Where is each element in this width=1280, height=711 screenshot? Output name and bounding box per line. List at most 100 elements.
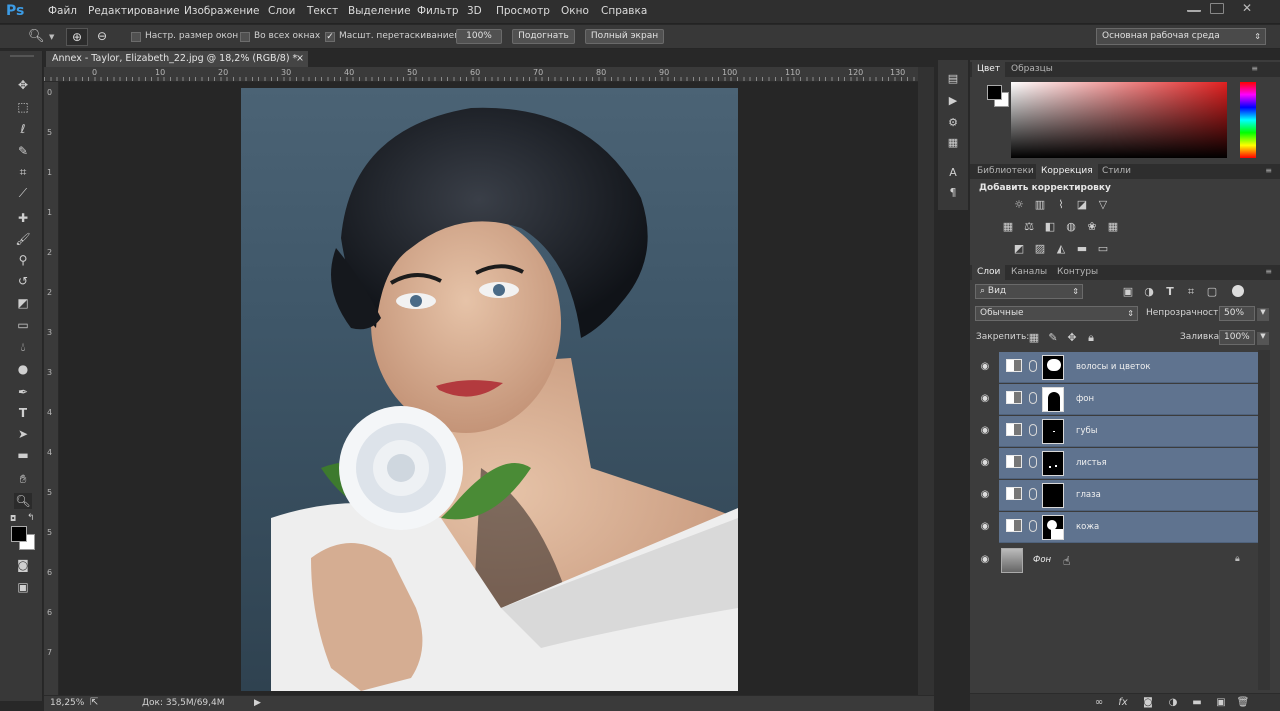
fill-input[interactable]: 100%	[1219, 330, 1255, 345]
menu-file[interactable]: Файл	[48, 5, 77, 17]
dodge-icon[interactable]: ●	[14, 361, 32, 377]
swap-colors-icon[interactable]: ↰	[27, 513, 35, 523]
zoom-level[interactable]: 18,25%	[50, 698, 84, 708]
layer-row[interactable]: листья	[999, 448, 1258, 479]
history-brush-icon[interactable]: ↺	[14, 273, 32, 289]
hue-slider[interactable]	[1240, 82, 1256, 158]
export-icon[interactable]: ⇱	[90, 697, 98, 708]
tab-libraries[interactable]: Библиотеки	[972, 164, 1039, 179]
visibility-eye-icon[interactable]: ◉	[979, 393, 991, 405]
scrubby-zoom-checkbox[interactable]: ✓	[325, 32, 335, 42]
filter-pixel-icon[interactable]: ▣	[1120, 285, 1136, 298]
visibility-eye-icon[interactable]: ◉	[979, 425, 991, 437]
restore-icon[interactable]	[1210, 3, 1224, 14]
tab-color[interactable]: Цвет	[972, 62, 1006, 77]
move-icon[interactable]: ✥	[14, 77, 32, 93]
new-adjustment-icon[interactable]: ◑	[1166, 697, 1180, 709]
menu-type[interactable]: Текст	[307, 5, 338, 17]
hue-sat-icon[interactable]: ▦	[1000, 220, 1016, 233]
tab-adjustments[interactable]: Коррекция	[1036, 164, 1098, 179]
layer-mask-thumbnail[interactable]	[1042, 419, 1064, 444]
brush-presets-icon[interactable]: ▦	[944, 136, 962, 152]
zoom-tool-preset-icon[interactable]: 🔍︎	[28, 29, 45, 44]
link-chain-icon[interactable]	[1029, 360, 1037, 372]
layers-scrollbar[interactable]	[1258, 350, 1270, 690]
workspace-select[interactable]: Основная рабочая среда ⇕	[1096, 28, 1266, 45]
default-colors-icon[interactable]: ◘	[10, 514, 16, 523]
visibility-eye-icon[interactable]: ◉	[979, 361, 991, 373]
photo-filter-icon[interactable]: ◍	[1063, 220, 1079, 233]
selective-color-icon[interactable]: ▭	[1095, 242, 1111, 255]
posterize-icon[interactable]: ▨	[1032, 242, 1048, 255]
type-icon[interactable]: T	[14, 405, 32, 421]
lock-pixels-icon[interactable]: ✎	[1045, 331, 1061, 344]
document-image[interactable]	[241, 88, 738, 691]
link-chain-icon[interactable]	[1029, 392, 1037, 404]
layer-mask-thumbnail[interactable]	[1042, 483, 1064, 508]
color-balance-icon[interactable]: ⚖︎	[1021, 220, 1037, 233]
minimize-icon[interactable]	[1187, 3, 1201, 12]
toolbox-grip[interactable]	[10, 55, 34, 57]
threshold-icon[interactable]: ◭	[1053, 242, 1069, 255]
layer-mask-thumbnail[interactable]	[1042, 515, 1064, 540]
menu-edit[interactable]: Редактирование	[88, 5, 180, 17]
zoom-100-button[interactable]: 100%	[456, 29, 502, 44]
panel-menu-icon[interactable]: ≡	[1251, 64, 1258, 73]
fill-chevron-icon[interactable]: ▼	[1257, 332, 1269, 345]
vertical-scrollbar[interactable]	[918, 67, 934, 695]
menu-layer[interactable]: Слои	[268, 5, 295, 17]
layer-row[interactable]: глаза	[999, 480, 1258, 511]
status-menu-arrow-icon[interactable]: ▶	[254, 698, 261, 708]
lasso-icon[interactable]: ℓ	[14, 121, 32, 137]
hand-icon[interactable]: ✋︎	[14, 471, 32, 487]
layer-mask-thumbnail[interactable]	[1042, 387, 1064, 412]
link-layers-icon[interactable]: ∞	[1092, 697, 1106, 709]
color-spectrum-field[interactable]	[1011, 82, 1227, 158]
preset-chevron-down-icon[interactable]: ▼	[49, 33, 54, 41]
layer-row[interactable]: губы	[999, 416, 1258, 447]
visibility-eye-icon[interactable]: ◉	[979, 457, 991, 469]
document-tab[interactable]: Annex - Taylor, Elizabeth_22.jpg @ 18,2%…	[46, 51, 308, 67]
paragraph-panel-icon[interactable]: ¶	[944, 186, 962, 202]
brightness-icon[interactable]: ☼	[1011, 198, 1027, 211]
path-select-icon[interactable]: ➤	[14, 426, 32, 442]
tab-styles[interactable]: Стили	[1097, 164, 1136, 179]
filter-toggle-icon[interactable]	[1232, 285, 1244, 297]
layer-mask-thumbnail[interactable]	[1042, 451, 1064, 476]
exposure-icon[interactable]: ◪	[1074, 198, 1090, 211]
tool-presets-icon[interactable]: ⚙︎	[944, 116, 962, 132]
link-chain-icon[interactable]	[1029, 424, 1037, 436]
zoom-icon[interactable]: 🔍︎	[14, 493, 32, 509]
pen-icon[interactable]: ✒︎	[14, 384, 32, 400]
gradient-icon[interactable]: ▭	[14, 317, 32, 333]
fx-icon[interactable]: fx	[1116, 697, 1130, 709]
new-group-icon[interactable]: ▬	[1190, 697, 1204, 709]
layer-row[interactable]: кожа	[999, 512, 1258, 543]
black-white-icon[interactable]: ◧	[1042, 220, 1058, 233]
quick-select-icon[interactable]: ✎	[14, 143, 32, 159]
lock-all-icon[interactable]: 🔒︎	[1083, 331, 1099, 344]
stamp-icon[interactable]: ⚲	[14, 252, 32, 268]
add-mask-icon[interactable]: ◙	[1141, 697, 1155, 709]
background-layer-row[interactable]: Фон ☝︎ 🔒︎	[999, 544, 1258, 577]
menu-3d[interactable]: 3D	[467, 5, 482, 17]
character-panel-icon[interactable]: A	[944, 166, 962, 182]
invert-icon[interactable]: ◩	[1011, 242, 1027, 255]
menu-filter[interactable]: Фильтр	[417, 5, 459, 17]
quick-mask-icon[interactable]: ◙	[14, 557, 32, 573]
blur-icon[interactable]: 💧︎	[14, 339, 32, 355]
menu-image[interactable]: Изображение	[184, 5, 260, 17]
lock-transparent-icon[interactable]: ▦	[1026, 331, 1042, 344]
tab-paths[interactable]: Контуры	[1052, 265, 1103, 280]
brush-icon[interactable]: 🖌︎	[14, 231, 32, 247]
layer-mask-thumbnail[interactable]	[1042, 355, 1064, 380]
history-panel-icon[interactable]: ▤	[944, 72, 962, 88]
visibility-eye-icon[interactable]: ◉	[979, 489, 991, 501]
link-chain-icon[interactable]	[1029, 520, 1037, 532]
resize-windows-checkbox[interactable]	[131, 32, 141, 42]
foreground-color-swatch[interactable]	[11, 526, 27, 542]
link-chain-icon[interactable]	[1029, 456, 1037, 468]
opacity-chevron-icon[interactable]: ▼	[1257, 308, 1269, 321]
zoom-out-icon[interactable]: ⊖	[92, 28, 112, 46]
crop-icon[interactable]: ⌗	[14, 164, 32, 180]
